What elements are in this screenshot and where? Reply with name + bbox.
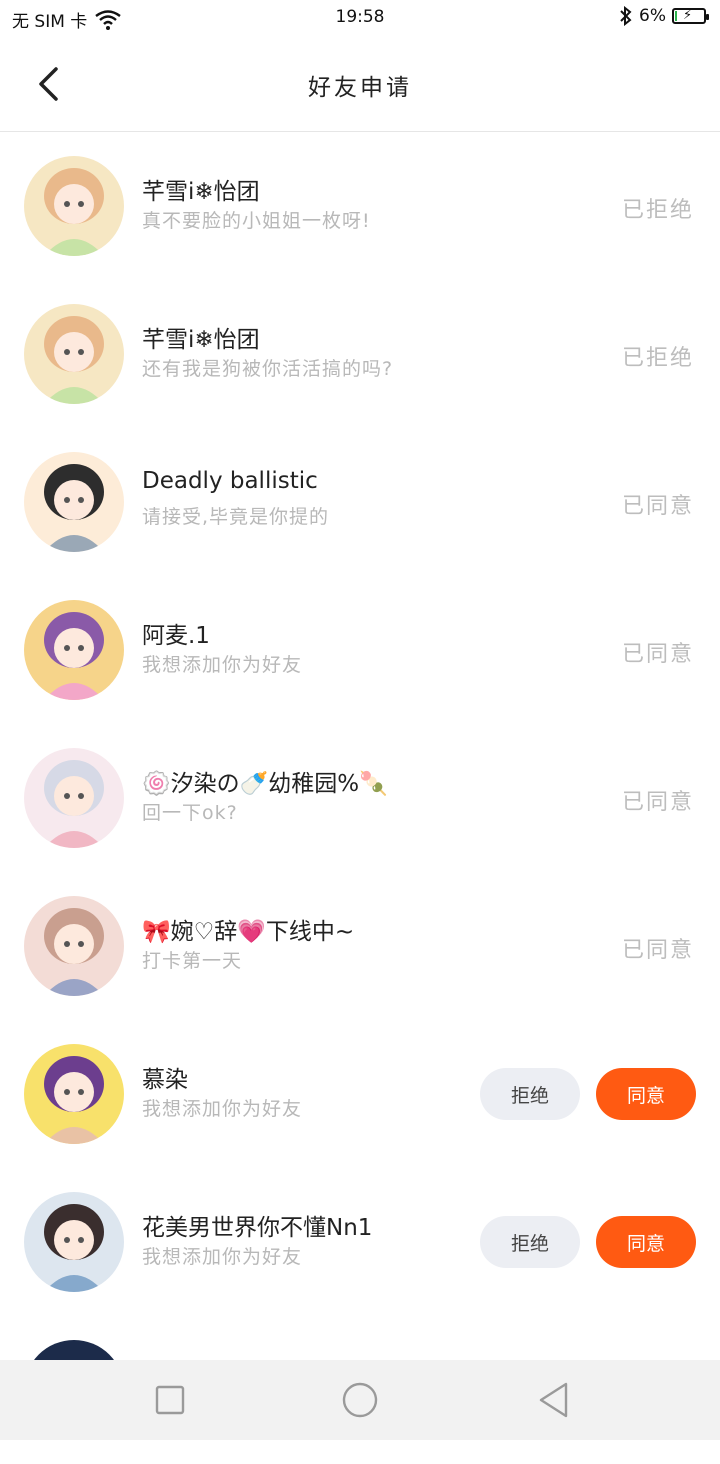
- requester-name: 🍥汐染の🍼幼稚园%🍡: [142, 771, 388, 797]
- reject-button[interactable]: 拒绝: [480, 1216, 580, 1268]
- back-icon: [539, 1382, 568, 1418]
- requester-name: Deadly ballistic: [142, 468, 318, 494]
- requester-name: 芊雪i❄怡团: [142, 327, 260, 353]
- accept-button[interactable]: 同意: [596, 1216, 696, 1268]
- home-button[interactable]: [340, 1380, 380, 1420]
- friend-request-row[interactable]: 花美男世界你不懂Nn1 我想添加你为好友 拒绝 同意: [0, 1168, 720, 1316]
- friend-request-list: 芊雪i❄怡团 真不要脸的小姐姐一枚呀! 已拒绝 芊雪i❄怡团 还有我是狗被你活活搞的吗?…: [0, 132, 720, 1464]
- battery-icon: ⚡: [672, 8, 709, 24]
- requester-name: 慕染: [142, 1067, 188, 1093]
- friend-request-row[interactable]: 🎀婉♡辞💗下线中~ 打卡第一天 已同意: [0, 872, 720, 1020]
- battery-percent: 6%: [639, 6, 666, 26]
- system-back-button[interactable]: [534, 1380, 574, 1420]
- avatar[interactable]: [24, 304, 124, 404]
- page-title: 好友申请: [308, 75, 412, 101]
- system-nav-bar: [0, 1360, 720, 1440]
- requester-name: 花美男世界你不懂Nn1: [142, 1215, 373, 1241]
- avatar[interactable]: [24, 896, 124, 996]
- avatar[interactable]: [24, 1044, 124, 1144]
- recents-button[interactable]: [150, 1380, 190, 1420]
- bluetooth-icon: [620, 6, 632, 26]
- request-status: 已拒绝: [621, 346, 694, 371]
- request-status: 已同意: [621, 938, 694, 963]
- reject-button[interactable]: 拒绝: [480, 1068, 580, 1120]
- requester-name: 🎀婉♡辞💗下线中~: [142, 919, 355, 945]
- friend-request-row[interactable]: 阿麦.1 我想添加你为好友 已同意: [0, 576, 720, 724]
- request-status: 已同意: [621, 642, 694, 667]
- request-message: 我想添加你为好友: [142, 654, 303, 676]
- request-message: 回一下ok?: [142, 802, 238, 824]
- request-status: 已拒绝: [621, 198, 694, 223]
- request-message: 请接受,毕竟是你提的: [142, 506, 330, 528]
- request-message: 打卡第一天: [142, 950, 243, 972]
- avatar[interactable]: [24, 452, 124, 552]
- request-status: 已同意: [621, 790, 694, 815]
- friend-request-row[interactable]: 芊雪i❄怡团真不要脸的小姐姐一枚呀! 已拒绝: [0, 132, 720, 280]
- request-message: 还有我是狗被你活活搞的吗?: [142, 358, 394, 380]
- home-icon: [342, 1382, 378, 1418]
- avatar[interactable]: [24, 1192, 124, 1292]
- friend-request-row[interactable]: 🍥汐染の🍼幼稚园%🍡 回一下ok? 已同意: [0, 724, 720, 872]
- avatar[interactable]: [24, 748, 124, 848]
- friend-request-row[interactable]: 芊雪i❄怡团还有我是狗被你活活搞的吗? 已拒绝: [0, 280, 720, 428]
- requester-name: 阿麦.1: [142, 623, 210, 649]
- accept-button[interactable]: 同意: [596, 1068, 696, 1120]
- avatar[interactable]: [24, 156, 124, 256]
- header: 好友申请: [0, 36, 720, 132]
- avatar[interactable]: [24, 600, 124, 700]
- requester-name: 芊雪i❄怡团: [142, 179, 260, 205]
- clock: 19:58: [335, 7, 385, 27]
- status-right: 6% ⚡: [619, 6, 709, 26]
- request-message: 真不要脸的小姐姐一枚呀!: [142, 210, 371, 232]
- request-message: 我想添加你为好友: [142, 1246, 303, 1268]
- friend-request-row[interactable]: Deadly ballistic 请接受,毕竟是你提的 已同意: [0, 428, 720, 576]
- request-message: 我想添加你为好友: [142, 1098, 303, 1120]
- recents-icon: [155, 1385, 185, 1415]
- friend-request-row[interactable]: 慕染我想添加你为好友 拒绝 同意: [0, 1020, 720, 1168]
- request-status: 已同意: [621, 494, 694, 519]
- status-bar: 无 SIM 卡 19:58 6% ⚡: [0, 0, 720, 36]
